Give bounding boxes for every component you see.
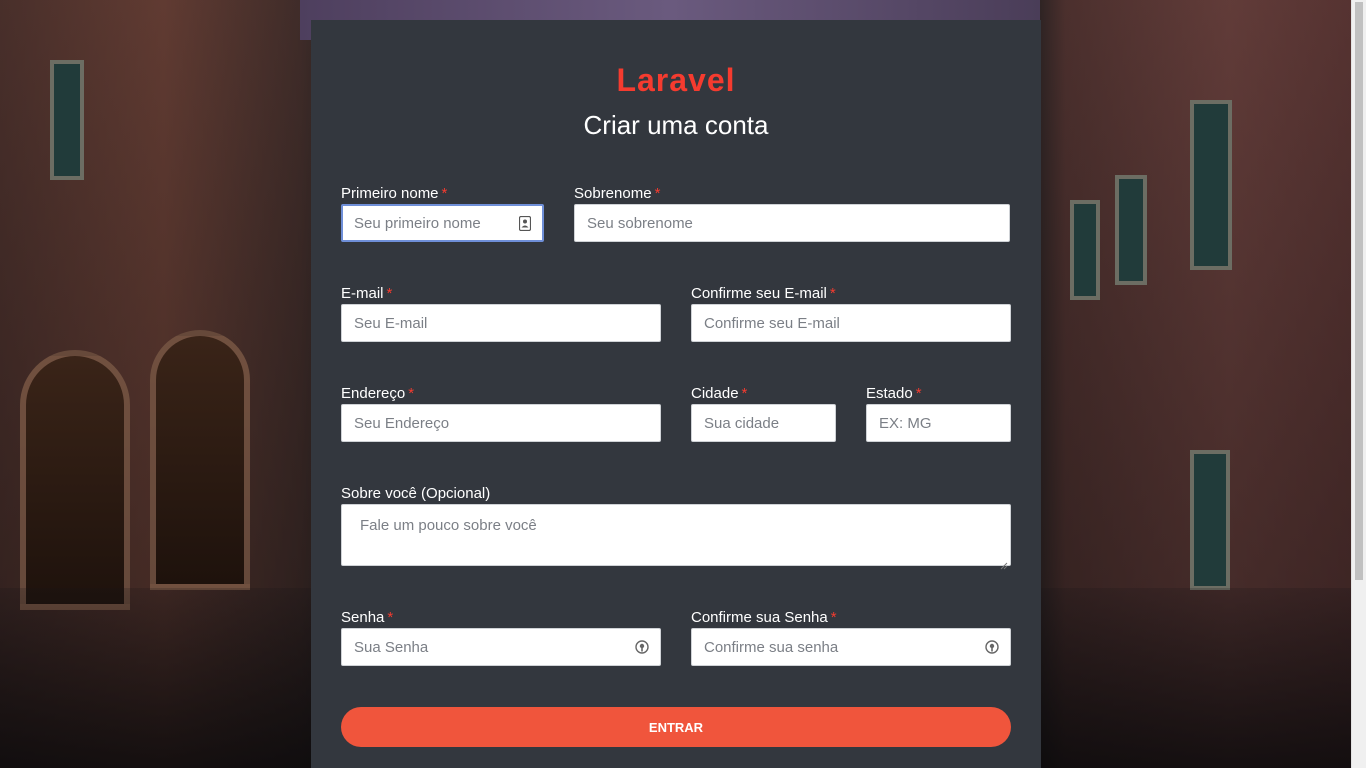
background-window [1070,200,1100,300]
required-mark: * [386,285,393,302]
last-name-label: Sobrenome * [574,185,661,202]
email-confirm-label: Confirme seu E-mail * [691,285,836,302]
about-group: Sobre você (Opcional) [341,484,1011,570]
address-label: Endereço * [341,385,415,402]
city-group: Cidade * [691,384,836,442]
password-confirm-group: Confirme sua Senha * [691,608,1011,666]
required-mark: * [387,609,394,626]
about-label: Sobre você (Opcional) [341,485,491,502]
required-mark: * [741,385,748,402]
resize-handle-icon[interactable] [1000,555,1008,570]
state-input[interactable] [866,404,1011,442]
email-confirm-input[interactable] [691,304,1011,342]
city-input[interactable] [691,404,836,442]
email-group: E-mail * [341,284,661,342]
last-name-input[interactable] [574,204,1010,242]
address-group: Endereço * [341,384,661,442]
page-title: Criar uma conta [583,110,769,140]
register-card: Laravel Criar uma conta Primeiro nome * S… [311,20,1041,768]
required-mark: * [830,609,837,626]
password-input[interactable] [341,628,661,666]
about-textarea[interactable] [341,504,1011,566]
city-label: Cidade * [691,385,748,402]
last-name-group: Sobrenome * [574,184,1010,242]
first-name-input[interactable] [341,204,544,242]
laravel-logo: Laravel [616,62,736,98]
background-arch [20,350,130,610]
background-window [1190,450,1230,590]
password-confirm-input[interactable] [691,628,1011,666]
required-mark: * [441,185,448,202]
scrollbar-thumb[interactable] [1355,2,1363,580]
state-group: Estado * [866,384,1011,442]
background-window [1115,175,1147,285]
background-arch [150,330,250,590]
required-mark: * [915,385,922,402]
first-name-label: Primeiro nome * [341,185,448,202]
background-window [50,60,84,180]
password-group: Senha * [341,608,661,666]
contact-card-icon[interactable] [518,215,532,231]
first-name-group: Primeiro nome * [341,184,544,242]
required-mark: * [408,385,415,402]
submit-button[interactable]: ENTRAR [341,707,1011,747]
password-label: Senha * [341,609,394,626]
email-label: E-mail * [341,285,393,302]
state-label: Estado * [866,385,922,402]
required-mark: * [829,285,836,302]
address-input[interactable] [341,404,661,442]
background-window [1190,100,1232,270]
email-input[interactable] [341,304,661,342]
email-confirm-group: Confirme seu E-mail * [691,284,1011,342]
required-mark: * [654,185,661,202]
password-confirm-label: Confirme sua Senha * [691,609,837,626]
password-manager-icon[interactable] [635,639,649,655]
page-scrollbar[interactable] [1351,0,1366,768]
password-manager-icon[interactable] [985,639,999,655]
